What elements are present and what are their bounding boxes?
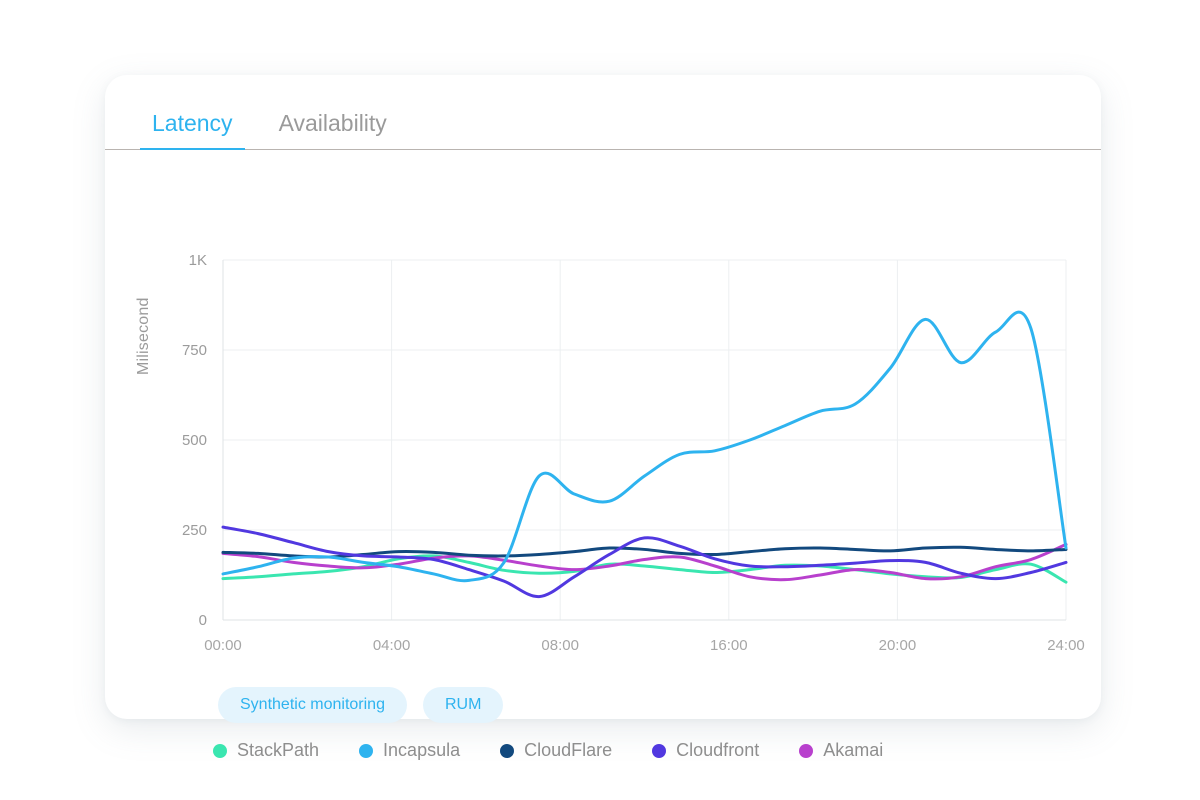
legend-color-dot-icon [799,743,814,758]
y-axis-tick-label: 500 [182,432,207,449]
series-line-cloudfront[interactable] [221,525,1068,599]
legend-item-akamai[interactable]: Akamai [799,740,883,761]
x-axis-tick-label: 04:00 [373,637,411,650]
legend-item-label: StackPath [237,740,320,760]
legend-color-dot-icon [500,743,515,758]
legend-item-cloudfront[interactable]: Cloudfront [652,740,759,761]
legend-color-dot-icon [213,743,227,758]
x-axis-tick-label: 00:00 [204,637,242,650]
series-line-incapsula[interactable] [221,310,1068,583]
y-axis-tick-label: 1K [189,252,207,269]
legend-item-cloudflare[interactable]: CloudFlare [500,740,612,761]
tab-availability[interactable]: Availability [267,112,399,149]
x-axis-tick-label: 20:00 [879,637,917,650]
filter-pill-group: Synthetic monitoring RUM [218,687,504,723]
y-axis-tick-label: 0 [199,612,207,629]
legend-item-label: Incapsula [383,740,461,760]
app-root: Latency Availability Milisecond 0 250 500 7… [0,0,1200,800]
y-axis-tick-label: 250 [182,522,207,539]
latency-line-chart[interactable]: 0 250 500 750 1K 00:00 04:00 08:00 16:00 20:00 24:… [105,150,1101,650]
legend-item-label: CloudFlare [524,740,613,760]
legend-item-incapsula[interactable]: Incapsula [359,740,460,761]
pill-synthetic-monitoring[interactable]: Synthetic monitoring [218,687,407,723]
chart-legend: StackPath Incapsula CloudFlare Cloudfront Ak… [213,740,883,761]
legend-color-dot-icon [652,743,667,758]
x-axis-tick-label: 24:00 [1047,637,1085,650]
y-axis-tick-label: 750 [182,342,207,359]
legend-color-dot-icon [359,743,374,758]
legend-item-label: Cloudfront [676,740,760,760]
pill-rum[interactable]: RUM [422,687,504,723]
legend-item-label: Akamai [823,740,884,760]
pill-synthetic-monitoring-label: Synthetic monitoring [240,696,385,713]
x-axis-tick-label: 16:00 [710,637,748,650]
tab-latency[interactable]: Latency [140,110,245,150]
chart-area: Milisecond 0 250 500 750 1K 00:00 04:00 08:00 16… [105,150,1101,760]
tab-latency-label: Latency [152,110,233,136]
x-axis-tick-label: 08:00 [541,637,579,650]
tab-availability-label: Availability [278,110,387,136]
legend-item-stackpath[interactable]: StackPath [213,740,319,761]
pill-rum-label: RUM [444,696,482,713]
tab-bar: Latency Availability [105,75,1101,150]
latency-card: Latency Availability Milisecond 0 250 500 7… [105,75,1101,760]
